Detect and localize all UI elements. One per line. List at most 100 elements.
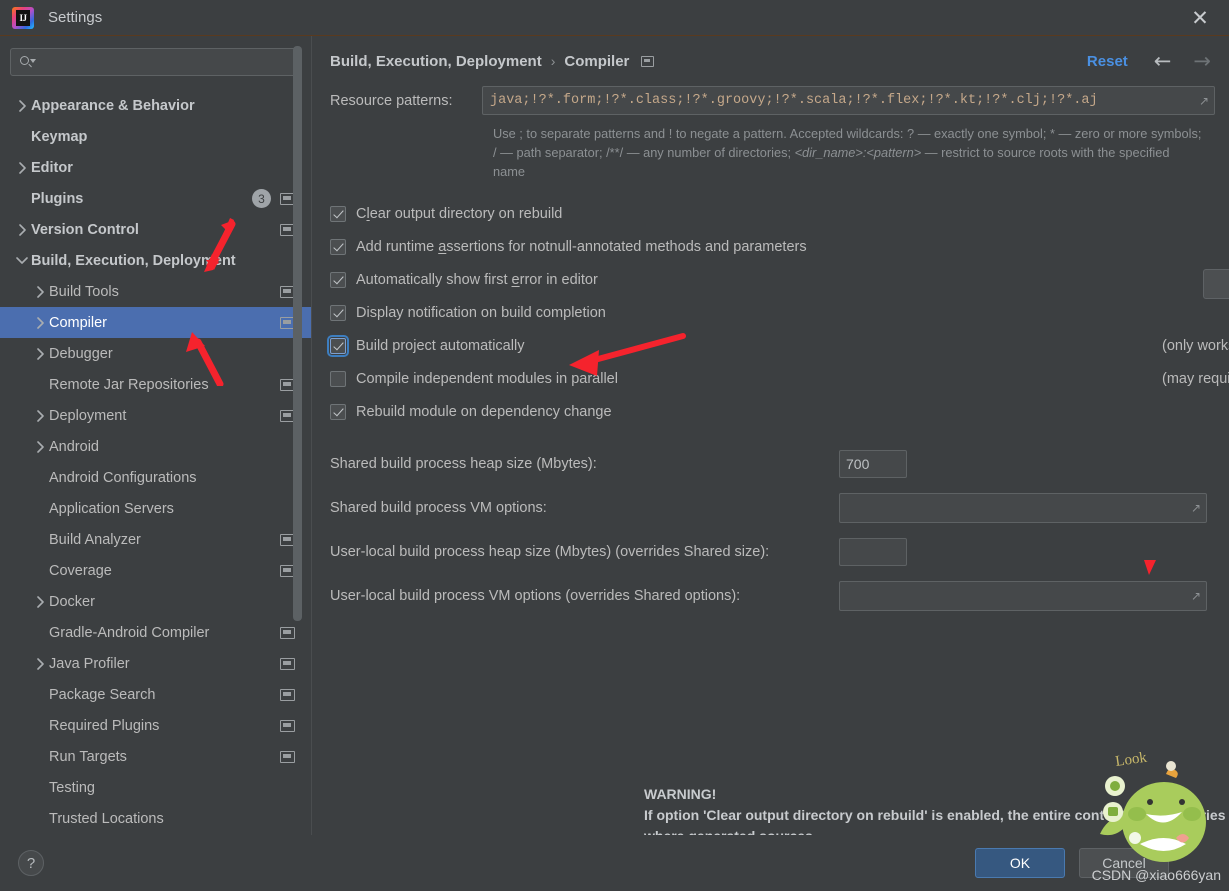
chevron-right-icon[interactable] [13,99,31,112]
sidebar-item-trusted-locations[interactable]: Trusted Locations [0,803,311,834]
resource-patterns-input[interactable] [482,86,1215,115]
input-shared-build-process-heap-size-mbytes[interactable] [839,450,907,478]
checkbox-note-compile-independent-modules-in-parallel: (may require larger heap size) [1162,370,1229,387]
resource-patterns-hint: Use ; to separate patterns and ! to nega… [493,124,1203,181]
search-input[interactable] [35,53,294,71]
breadcrumb: Build, Execution, Deployment › Compiler … [330,36,1215,80]
sidebar-item-keymap[interactable]: Keymap [0,121,311,152]
project-scope-icon[interactable] [641,55,655,67]
chevron-right-icon[interactable] [31,285,49,298]
sidebar-item-label: Coverage [49,562,112,579]
cancel-button[interactable]: Cancel [1079,848,1169,878]
sidebar-item-label: Required Plugins [49,717,160,734]
checkbox-row-add-runtime-assertions-for-notnull-annotated-methods-and-parameters: Add runtime assertions for notnull-annot… [330,230,1215,263]
input-user-local-build-process-vm-options-overrides-shared-options[interactable] [839,581,1207,611]
sidebar-item-deployment[interactable]: Deployment [0,400,311,431]
checkbox-note-build-project-automatically: (only works while not running / debuggin… [1162,337,1229,354]
checkbox-add-runtime-assertions-for-notnull-annotated-methods-and-parameters[interactable] [330,238,346,255]
chevron-down-icon[interactable] [13,256,31,265]
checkbox-compile-independent-modules-in-parallel[interactable] [330,370,346,387]
checkbox-label-display-notification-on-build-completion[interactable]: Display notification on build completion [356,305,606,321]
sidebar-item-gradle-android-compiler[interactable]: Gradle-Android Compiler [0,617,311,648]
settings-main-panel: Build, Execution, Deployment › Compiler … [311,36,1229,835]
checkbox-label-automatically-show-first-error-in-editor[interactable]: Automatically show first error in editor [356,272,598,288]
checkbox-label-add-runtime-assertions-for-notnull-annotated-methods-and-parameters[interactable]: Add runtime assertions for notnull-annot… [356,239,807,255]
sidebar-item-editor[interactable]: Editor [0,152,311,183]
checkbox-label-rebuild-module-on-dependency-change[interactable]: Rebuild module on dependency change [356,404,612,420]
chevron-right-icon[interactable] [31,657,49,670]
window-title: Settings [48,9,103,26]
chevron-right-icon[interactable] [13,223,31,236]
sidebar-item-android-configurations[interactable]: Android Configurations [0,462,311,493]
checkbox-clear-output-directory-on-rebuild[interactable] [330,205,346,222]
chevron-right-icon[interactable] [31,409,49,422]
help-button[interactable]: ? [18,850,44,876]
sidebar-item-build-analyzer[interactable]: Build Analyzer [0,524,311,555]
sidebar-item-compiler[interactable]: Compiler [0,307,311,338]
checkbox-build-project-automatically[interactable] [327,334,349,357]
option-label-shared-build-process-vm-options: Shared build process VM options: [330,500,547,516]
sidebar-item-label: Build, Execution, Deployment [31,252,236,269]
sidebar-item-run-targets[interactable]: Run Targets [0,741,311,772]
input-shared-build-process-vm-options[interactable] [839,493,1207,523]
sidebar-item-plugins[interactable]: Plugins 3 [0,183,311,214]
label-part-post: ear output directory on rebuild [369,205,563,222]
chevron-right-icon[interactable] [31,316,49,329]
chevron-right-icon[interactable] [13,161,31,174]
settings-tree: Appearance & Behavior Keymap Editor Plugins… [0,86,311,835]
sidebar-item-application-servers[interactable]: Application Servers [0,493,311,524]
option-label-user-local-build-process-vm-options-overrides-shared-options: User-local build process VM options (ove… [330,588,741,604]
warning-block: WARNING! If option 'Clear output directo… [644,784,1229,835]
checkbox-label-build-project-automatically[interactable]: Build project automatically [356,338,524,354]
compiler-options-checkboxes: Clear output directory on rebuild Add run… [327,197,1229,428]
sidebar-item-package-search[interactable]: Package Search [0,679,311,710]
checkbox-rebuild-module-on-dependency-change[interactable] [330,403,346,420]
sidebar-item-testing[interactable]: Testing [0,772,311,803]
dialog-footer: ? OK Cancel [0,835,1229,891]
close-icon[interactable]: ✕ [1187,5,1213,31]
checkbox-label-clear-output-directory-on-rebuild[interactable]: Clear output directory on rebuild [356,206,562,222]
breadcrumb-root[interactable]: Build, Execution, Deployment [330,53,542,70]
sidebar-item-label: Editor [31,159,73,176]
sidebar-item-build-execution-deployment[interactable]: Build, Execution, Deployment [0,245,311,276]
ok-button[interactable]: OK [975,848,1065,878]
intellij-idea-logo-icon [12,6,34,29]
sidebar-item-version-control[interactable]: Version Control [0,214,311,245]
input-user-local-build-process-heap-size-mbytes-overrides-shared-size[interactable] [839,538,907,566]
sidebar-item-build-tools[interactable]: Build Tools [0,276,311,307]
hint-line-2b: <dir_name>:<pattern> [794,145,922,160]
configure-annotations-button[interactable]: Configure annotations... [1203,269,1229,299]
reset-link[interactable]: Reset [1087,53,1128,70]
back-arrow-icon[interactable]: ← [1154,50,1172,72]
sidebar-item-appearance-behavior[interactable]: Appearance & Behavior [0,90,311,121]
label-part-post: rror in editor [519,271,598,288]
forward-arrow-icon[interactable]: → [1193,50,1211,72]
sidebar-item-required-plugins[interactable]: Required Plugins [0,710,311,741]
sidebar-item-java-profiler[interactable]: Java Profiler [0,648,311,679]
input-wrapper-user-local-build-process-vm-options-overrides-shared-options: ↗ [839,581,1207,611]
sidebar-item-debugger[interactable]: Debugger [0,338,311,369]
checkbox-automatically-show-first-error-in-editor[interactable] [330,271,346,288]
sidebar-item-android[interactable]: Android [0,431,311,462]
sidebar-item-remote-jar-repositories[interactable]: Remote Jar Repositories [0,369,311,400]
sidebar-scrollbar-track[interactable] [293,36,302,835]
build-process-options: Shared build process heap size (Mbytes):… [330,442,1215,618]
breadcrumb-separator: › [550,53,556,69]
sidebar-item-label: Build Analyzer [49,531,141,548]
checkbox-row-build-project-automatically: Build project automatically (only works w… [327,329,1229,362]
sidebar-item-label: Docker [49,593,95,610]
settings-dialog: Settings ✕ Appearance & Behavior Keymap Ed… [0,0,1229,891]
chevron-right-icon[interactable] [31,440,49,453]
sidebar-item-coverage[interactable]: Coverage [0,555,311,586]
checkbox-label-compile-independent-modules-in-parallel[interactable]: Compile independent modules in parallel [356,371,618,387]
chevron-right-icon[interactable] [31,347,49,360]
settings-sidebar: Appearance & Behavior Keymap Editor Plugins… [0,36,311,835]
sidebar-item-label: Android Configurations [49,469,197,486]
sidebar-scrollbar-thumb[interactable] [293,46,302,621]
sidebar-item-label: Debugger [49,345,113,362]
sidebar-item-docker[interactable]: Docker [0,586,311,617]
chevron-right-icon[interactable] [31,595,49,608]
warning-title: WARNING! [644,786,717,802]
checkbox-display-notification-on-build-completion[interactable] [330,304,346,321]
search-box[interactable] [10,48,301,76]
